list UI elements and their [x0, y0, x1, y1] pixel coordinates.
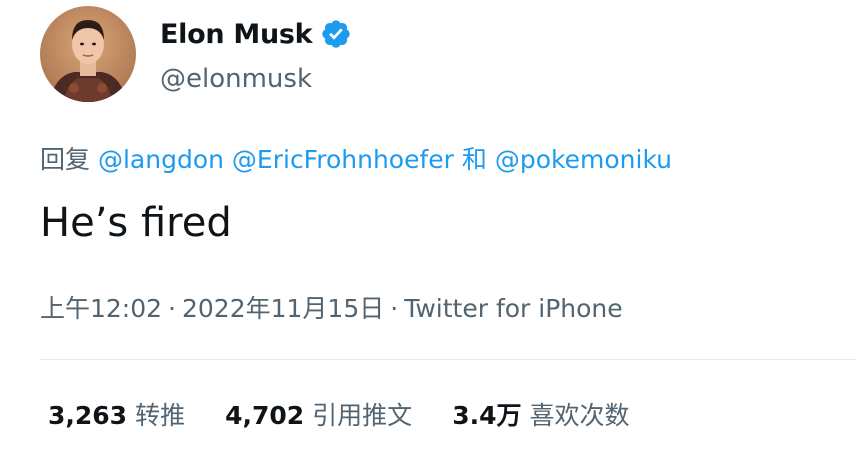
- divider: [40, 359, 856, 360]
- meta-separator: ·: [168, 294, 176, 323]
- user-handle[interactable]: @elonmusk: [160, 64, 352, 94]
- display-name-row: Elon Musk: [160, 16, 352, 52]
- retweets-stat[interactable]: 3,263 转推: [48, 396, 185, 432]
- reply-context: 回复 @langdon @EricFrohnhoefer 和 @pokemoni…: [40, 140, 672, 176]
- stat-value: 3,263: [48, 401, 128, 430]
- mention-link-ericfrohnhoefer[interactable]: @EricFrohnhoefer: [232, 145, 454, 174]
- tweet-source-link[interactable]: Twitter for iPhone: [404, 294, 622, 323]
- stat-label: 转推: [135, 401, 186, 430]
- mention-link-langdon[interactable]: @langdon: [98, 145, 224, 174]
- profile-photo: [40, 6, 136, 102]
- stat-label: 引用推文: [312, 401, 413, 430]
- tweet-meta: 上午12:02 · 2022年11月15日 · Twitter for iPhone: [40, 289, 623, 325]
- mention-link-pokemoniku[interactable]: @pokemoniku: [495, 145, 672, 174]
- stat-value: 4,702: [225, 401, 305, 430]
- tweet-detail: Elon Musk @elonmusk 回复 @langdon @EricFro…: [0, 0, 856, 452]
- tweet-stats: 3,263 转推 4,702 引用推文 3.4万 喜欢次数: [48, 396, 630, 432]
- user-names: Elon Musk @elonmusk: [160, 16, 352, 94]
- display-name[interactable]: Elon Musk: [160, 19, 313, 50]
- reply-conjunction[interactable]: 和: [462, 145, 487, 174]
- reply-prefix: 回复: [40, 145, 91, 174]
- tweet-text: He’s fired: [40, 200, 232, 246]
- tweet-time: 上午12:02: [40, 294, 163, 323]
- tweet-date: 2022年11月15日: [182, 294, 385, 323]
- verified-badge-icon[interactable]: [320, 18, 352, 50]
- avatar[interactable]: [40, 6, 136, 102]
- quote-tweets-stat[interactable]: 4,702 引用推文: [225, 396, 412, 432]
- tweet-header: Elon Musk @elonmusk: [40, 6, 352, 102]
- meta-separator: ·: [390, 294, 399, 323]
- stat-label: 喜欢次数: [529, 401, 630, 430]
- tweet-time-link[interactable]: 上午12:02 · 2022年11月15日: [40, 294, 384, 323]
- stat-value: 3.4万: [452, 401, 522, 430]
- likes-stat[interactable]: 3.4万 喜欢次数: [452, 396, 629, 432]
